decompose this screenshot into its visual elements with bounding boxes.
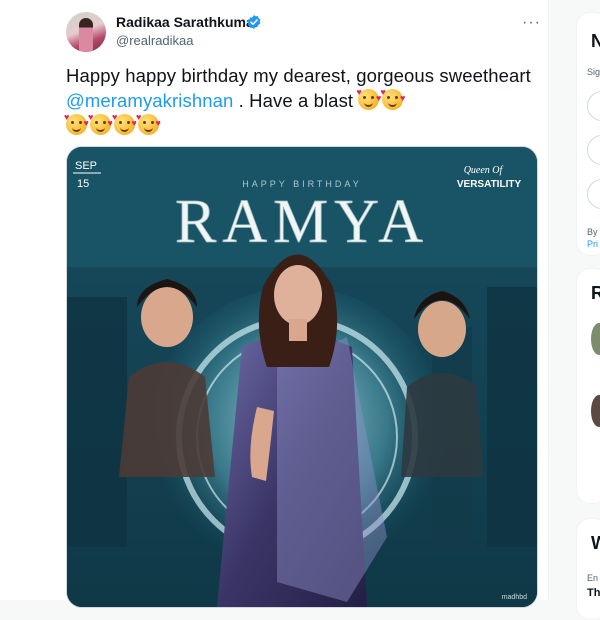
privacy-link[interactable]: Pri	[587, 239, 598, 249]
sidebar-card-relevant: R	[576, 268, 600, 504]
tweet-article[interactable]: Radikaa Sarathkumar @realradikaa ··· Hap…	[52, 0, 549, 608]
poster-badge-text: VERSATILITY	[457, 179, 522, 190]
signup-option-button[interactable]	[587, 135, 600, 165]
svg-text:SEP: SEP	[75, 160, 97, 172]
smiling-face-with-hearts-icon: ♥ ♥	[136, 113, 161, 135]
left-navigation-strip	[0, 0, 53, 600]
tweet-text: Happy happy birthday my dearest, gorgeou…	[64, 63, 536, 138]
avatar[interactable]	[591, 395, 600, 427]
more-options-icon[interactable]: ···	[522, 14, 541, 32]
sidebar-terms-text: By	[587, 227, 598, 237]
signup-option-button[interactable]	[587, 179, 600, 209]
verified-badge-icon	[247, 15, 261, 29]
tweet-text-part: . Have a blast	[233, 90, 359, 111]
sidebar-card-heading: N	[591, 31, 600, 51]
smiling-face-with-hearts-icon: ♥ ♥	[112, 113, 137, 135]
poster-badge-script: Queen Of	[464, 165, 504, 176]
poster-title: RAMYA	[175, 188, 429, 256]
signup-option-button[interactable]	[587, 91, 600, 121]
author-name[interactable]: Radikaa Sarathkumar	[116, 14, 259, 30]
avatar[interactable]	[591, 323, 600, 355]
svg-text:15: 15	[77, 178, 89, 190]
smiling-face-with-hearts-icon: ♥ ♥	[64, 113, 89, 135]
author-handle[interactable]: @realradikaa	[116, 33, 194, 48]
trend-title[interactable]: Th	[587, 587, 600, 599]
birthday-poster: SEP 15 HAPPY BIRTHDAY RAMYA Queen Of VER…	[67, 147, 537, 607]
mention-link[interactable]: @meramyakrishnan	[66, 90, 233, 111]
sidebar-card-whats-happening: W En Th	[576, 518, 600, 620]
smiling-face-with-hearts-icon: ♥ ♥	[380, 88, 405, 110]
tweet-image[interactable]: SEP 15 HAPPY BIRTHDAY RAMYA Queen Of VER…	[66, 146, 538, 608]
trend-category: En	[587, 573, 599, 583]
smiling-face-with-hearts-icon: ♥ ♥	[356, 88, 381, 110]
sidebar-card-heading: W	[591, 533, 600, 553]
right-sidebar: N Sig By Pri R W En Th	[576, 0, 600, 620]
tweet-text-part: Happy happy birthday my dearest, gorgeou…	[66, 65, 531, 86]
smiling-face-with-hearts-icon: ♥ ♥	[88, 113, 113, 135]
sidebar-card-heading: R	[591, 283, 600, 303]
avatar[interactable]	[66, 12, 106, 52]
sidebar-card-subtitle: Sig	[587, 67, 600, 77]
sidebar-card-signup: N Sig By Pri	[576, 12, 600, 256]
